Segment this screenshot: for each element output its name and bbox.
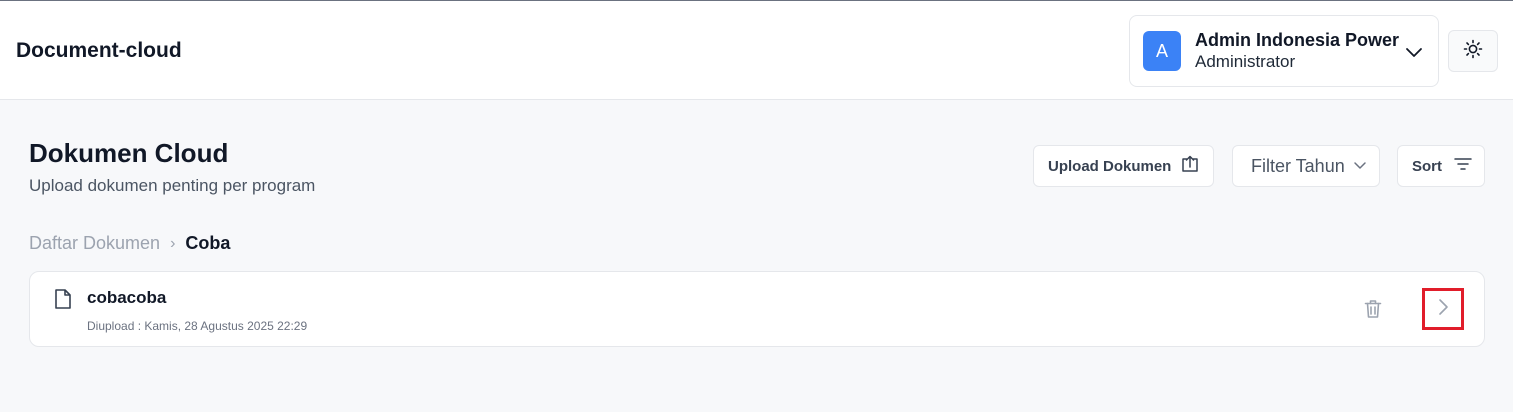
trash-icon[interactable] (1364, 299, 1382, 324)
chevron-down-icon (1345, 156, 1367, 177)
chevron-down-icon (1404, 42, 1424, 67)
filter-label: Filter Tahun (1251, 155, 1345, 176)
document-name: cobacoba (87, 288, 167, 307)
sort-label: Sort (1412, 157, 1442, 175)
upload-icon (1171, 155, 1199, 177)
avatar: A (1143, 31, 1181, 71)
breadcrumb-current: Coba (185, 233, 231, 253)
upload-button-label: Upload Dokumen (1048, 157, 1172, 175)
user-name: Admin Indonesia Power (1195, 30, 1400, 50)
user-menu[interactable]: A Admin Indonesia Power Administrator (1129, 15, 1439, 87)
filter-lines-icon (1442, 156, 1472, 176)
top-bar: Document-cloud A Admin Indonesia Power A… (0, 0, 1513, 100)
chevron-right-icon (1436, 298, 1450, 321)
user-info: Admin Indonesia Power Administrator (1195, 29, 1399, 73)
page-title: Dokumen Cloud (29, 138, 229, 168)
file-icon (54, 288, 72, 315)
upload-document-button[interactable]: Upload Dokumen (1033, 145, 1214, 187)
app-title: Document-cloud (16, 39, 182, 62)
document-list-item[interactable]: cobacoba Diupload : Kamis, 28 Agustus 20… (29, 271, 1485, 347)
open-document-button[interactable] (1422, 288, 1464, 330)
document-upload-date: Diupload : Kamis, 28 Agustus 2025 22:29 (87, 319, 308, 333)
user-role: Administrator (1195, 52, 1296, 71)
breadcrumb-separator: › (170, 234, 176, 252)
filter-year-dropdown[interactable]: Filter Tahun (1232, 145, 1380, 187)
sun-icon (1463, 39, 1483, 64)
page-subtitle: Upload dokumen penting per program (29, 176, 316, 195)
breadcrumb-root-link[interactable]: Daftar Dokumen (29, 233, 160, 254)
breadcrumb: Daftar Dokumen › Coba (29, 233, 230, 254)
theme-toggle-button[interactable] (1448, 30, 1498, 72)
sort-button[interactable]: Sort (1397, 145, 1485, 187)
